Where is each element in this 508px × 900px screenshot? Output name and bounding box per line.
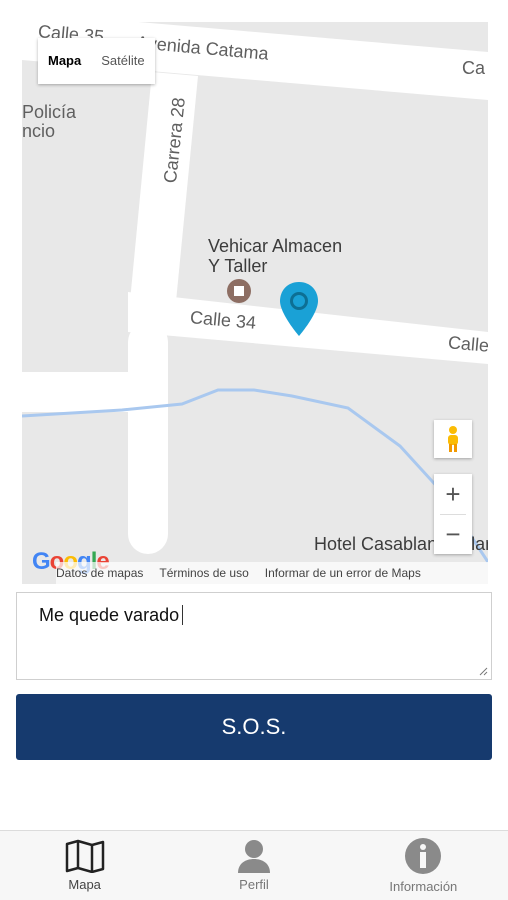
zoom-in-button[interactable]: + [434, 474, 472, 514]
person-icon [237, 840, 270, 873]
street-view-pegman-icon[interactable] [434, 420, 472, 458]
message-text: Me quede varado [39, 605, 180, 625]
shop-icon[interactable] [226, 278, 252, 309]
bottom-nav: Mapa Perfil Información [0, 830, 508, 900]
zoom-control: + − [434, 474, 472, 554]
map-street-label: Ca [462, 58, 486, 78]
map-type-satellite-button[interactable]: Satélite [91, 38, 154, 84]
map-icon [65, 839, 104, 873]
zoom-out-button[interactable]: − [434, 514, 472, 554]
report-error-link[interactable]: Informar de un error de Maps [265, 566, 421, 580]
map-type-control: Mapa Satélite [38, 38, 155, 84]
map-view[interactable]: Calle 35 Avenida Catama Ca Policía ncio … [22, 22, 488, 584]
map-poi-label: Vehicar Almacen [208, 236, 343, 256]
text-caret [182, 605, 184, 625]
map-street-label: Calle [447, 332, 488, 356]
map-poi-label: Policía [22, 102, 77, 122]
app-screen: Calle 35 Avenida Catama Ca Policía ncio … [0, 0, 508, 900]
resize-handle-icon[interactable] [478, 666, 488, 676]
sos-button[interactable]: S.O.S. [16, 694, 492, 760]
nav-item-informacion[interactable]: Información [339, 831, 508, 900]
map-data-link[interactable]: Datos de mapas [56, 566, 143, 580]
map-type-map-button[interactable]: Mapa [38, 38, 91, 84]
map-poi-label: ncio [22, 121, 56, 141]
nav-item-mapa[interactable]: Mapa [0, 831, 169, 900]
map-canvas [22, 22, 488, 584]
map-attribution: Datos de mapas Términos de uso Informar … [56, 562, 488, 584]
nav-label: Mapa [68, 877, 101, 892]
map-poi-label: Y Taller [208, 256, 268, 276]
nav-label: Información [389, 879, 458, 894]
nav-item-perfil[interactable]: Perfil [169, 831, 338, 900]
info-icon [405, 838, 442, 874]
location-pin-icon[interactable] [278, 280, 320, 343]
nav-label: Perfil [239, 877, 269, 892]
message-textarea[interactable]: Me quede varado [16, 592, 492, 680]
terms-link[interactable]: Términos de uso [159, 566, 248, 580]
